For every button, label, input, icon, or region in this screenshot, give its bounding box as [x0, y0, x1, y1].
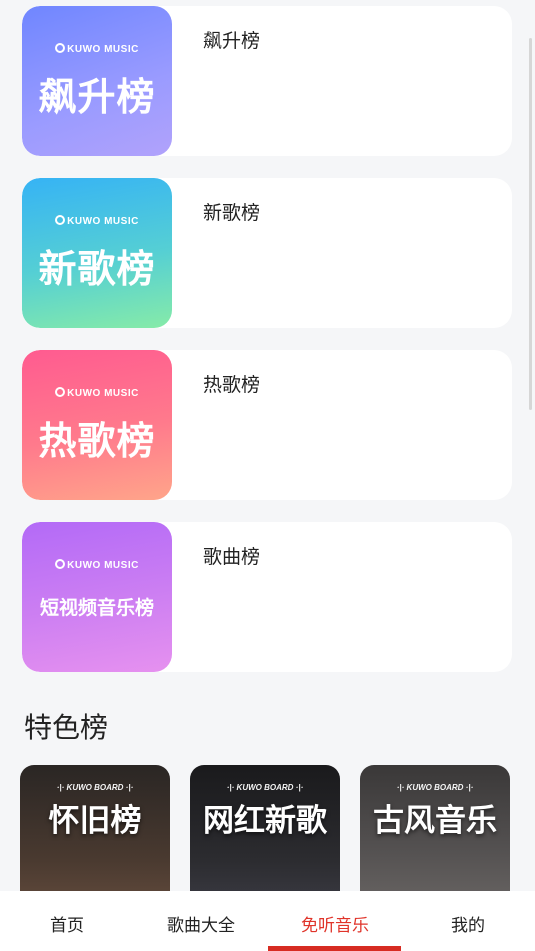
chart-name: 新歌榜	[203, 202, 261, 224]
chart-card-new-songs[interactable]: KUWO MUSIC 新歌榜 新歌榜	[22, 178, 512, 328]
tab-song-library[interactable]: 歌曲大全	[134, 911, 268, 936]
chart-card-songs[interactable]: KUWO MUSIC 短视频音乐榜 歌曲榜	[22, 522, 512, 672]
tab-mine[interactable]: 我的	[401, 911, 535, 936]
scrollbar[interactable]	[529, 38, 532, 410]
chart-card-soaring[interactable]: KUWO MUSIC 飙升榜 飙升榜	[22, 6, 512, 156]
kuwo-logo: KUWO MUSIC	[22, 387, 172, 399]
tab-free-music[interactable]: 免听音乐	[268, 911, 402, 936]
active-tab-indicator	[268, 946, 401, 951]
section-title: 特色榜	[24, 711, 109, 744]
kuwo-board-logo: ·|· KUWO BOARD ·|·	[226, 783, 304, 792]
chart-cover: KUWO MUSIC 短视频音乐榜	[22, 522, 172, 672]
cover-title: 短视频音乐榜	[39, 597, 154, 619]
featured-title: 怀旧榜	[48, 803, 142, 839]
chart-card-hot-songs[interactable]: KUWO MUSIC 热歌榜 热歌榜	[22, 350, 512, 500]
chart-name: 热歌榜	[203, 374, 261, 396]
featured-title: 古风音乐	[373, 803, 497, 839]
kuwo-logo: KUWO MUSIC	[22, 43, 172, 55]
chart-cover: KUWO MUSIC 热歌榜	[22, 350, 172, 500]
cover-title: 新歌榜	[38, 247, 156, 291]
featured-title: 网红新歌	[203, 803, 327, 839]
chart-name: 歌曲榜	[203, 546, 261, 568]
kuwo-logo: KUWO MUSIC	[22, 215, 172, 227]
kuwo-board-logo: ·|· KUWO BOARD ·|·	[396, 783, 474, 792]
tab-home[interactable]: 首页	[0, 911, 134, 936]
kuwo-logo: KUWO MUSIC	[22, 559, 172, 571]
chart-name: 飙升榜	[203, 30, 261, 52]
chart-cover: KUWO MUSIC 新歌榜	[22, 178, 172, 328]
bottom-tab-bar: 首页 歌曲大全 免听音乐 我的	[0, 891, 535, 951]
cover-title: 飙升榜	[38, 75, 156, 119]
cover-title: 热歌榜	[38, 419, 156, 463]
kuwo-board-logo: ·|· KUWO BOARD ·|·	[56, 783, 134, 792]
chart-cover: KUWO MUSIC 飙升榜	[22, 6, 172, 156]
